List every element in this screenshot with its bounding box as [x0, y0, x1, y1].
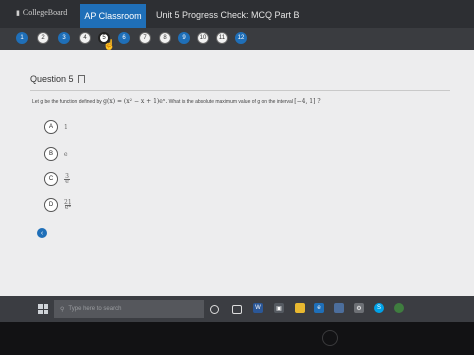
answer-option-d[interactable]: D 21 e⁴: [44, 198, 72, 212]
windows-start-icon[interactable]: [38, 304, 48, 314]
option-letter[interactable]: A: [44, 120, 58, 134]
search-icon: ⚲: [60, 306, 65, 313]
laptop-bezel: [0, 322, 474, 355]
question-navigator: 1 2 3 4 5 6 7 8 9 10 11 12: [0, 28, 474, 50]
chevron-left-icon: ‹: [40, 229, 44, 237]
question-stem: Let g be the function defined by g(x) = …: [32, 98, 321, 105]
collegeboard-logo[interactable]: ▮ CollegeBoard: [16, 8, 67, 17]
stem-text: Let g be the function defined by: [32, 99, 102, 105]
question-nav-3[interactable]: 3: [58, 32, 70, 44]
photos-icon[interactable]: [334, 303, 344, 313]
windows-taskbar: ⚲ Type here to search W ▣ e ⚙ S: [0, 296, 474, 322]
question-nav-12[interactable]: 12: [235, 32, 247, 44]
edge-icon[interactable]: e: [314, 303, 324, 313]
cortana-icon[interactable]: [210, 305, 219, 314]
question-nav-7[interactable]: 7: [139, 32, 151, 44]
previous-question-button[interactable]: ‹: [37, 228, 47, 238]
option-fraction: 21 e⁴: [64, 199, 72, 212]
fraction-denominator: e⁴: [64, 204, 71, 212]
bookmark-icon[interactable]: [77, 75, 85, 83]
collegeboard-mark-icon: ▮: [16, 9, 20, 17]
question-title: Question 5: [30, 74, 74, 84]
store-icon[interactable]: ▣: [274, 303, 284, 313]
option-letter[interactable]: D: [44, 198, 58, 212]
fraction-denominator: e: [65, 178, 69, 186]
stem-interval: [−4, 1] ?: [294, 98, 321, 105]
question-nav-11[interactable]: 11: [216, 32, 228, 44]
stem-text-2: What is the absolute maximum value of g …: [168, 99, 293, 105]
settings-icon[interactable]: ⚙: [354, 303, 364, 313]
question-nav-1[interactable]: 1: [16, 32, 28, 44]
divider: [30, 90, 450, 91]
answer-option-a[interactable]: A 1: [44, 120, 68, 134]
option-letter[interactable]: C: [44, 172, 58, 186]
option-letter[interactable]: B: [44, 147, 58, 161]
question-nav-8[interactable]: 8: [159, 32, 171, 44]
taskbar-search-input[interactable]: ⚲ Type here to search: [54, 300, 204, 318]
task-view-icon[interactable]: [232, 305, 242, 314]
question-heading: Question 5: [30, 74, 85, 84]
option-fraction: 3 e: [64, 173, 70, 186]
option-value: 1: [64, 123, 68, 131]
question-nav-10[interactable]: 10: [197, 32, 209, 44]
search-placeholder: Type here to search: [68, 306, 122, 312]
app-header: ▮ CollegeBoard AP Classroom Unit 5 Progre…: [0, 0, 474, 28]
tab-ap-classroom[interactable]: AP Classroom: [80, 4, 146, 28]
chrome-icon[interactable]: [394, 303, 404, 313]
hp-logo: [322, 330, 338, 346]
question-nav-9[interactable]: 9: [178, 32, 190, 44]
answer-option-c[interactable]: C 3 e: [44, 172, 70, 186]
question-nav-6[interactable]: 6: [118, 32, 130, 44]
stem-formula: g(x) = (x² − x + 1)eˣ.: [103, 98, 168, 105]
question-panel: Question 5 Let g be the function defined…: [0, 50, 474, 296]
exam-title: Unit 5 Progress Check: MCQ Part B: [156, 10, 300, 20]
word-icon[interactable]: W: [253, 303, 263, 313]
brand-label: CollegeBoard: [22, 8, 68, 17]
file-explorer-icon[interactable]: [295, 303, 305, 313]
option-value: e: [64, 150, 68, 158]
question-nav-4[interactable]: 4: [79, 32, 91, 44]
question-nav-2[interactable]: 2: [37, 32, 49, 44]
answer-option-b[interactable]: B e: [44, 147, 68, 161]
skype-icon[interactable]: S: [374, 303, 384, 313]
tab-label: AP Classroom: [84, 11, 142, 21]
